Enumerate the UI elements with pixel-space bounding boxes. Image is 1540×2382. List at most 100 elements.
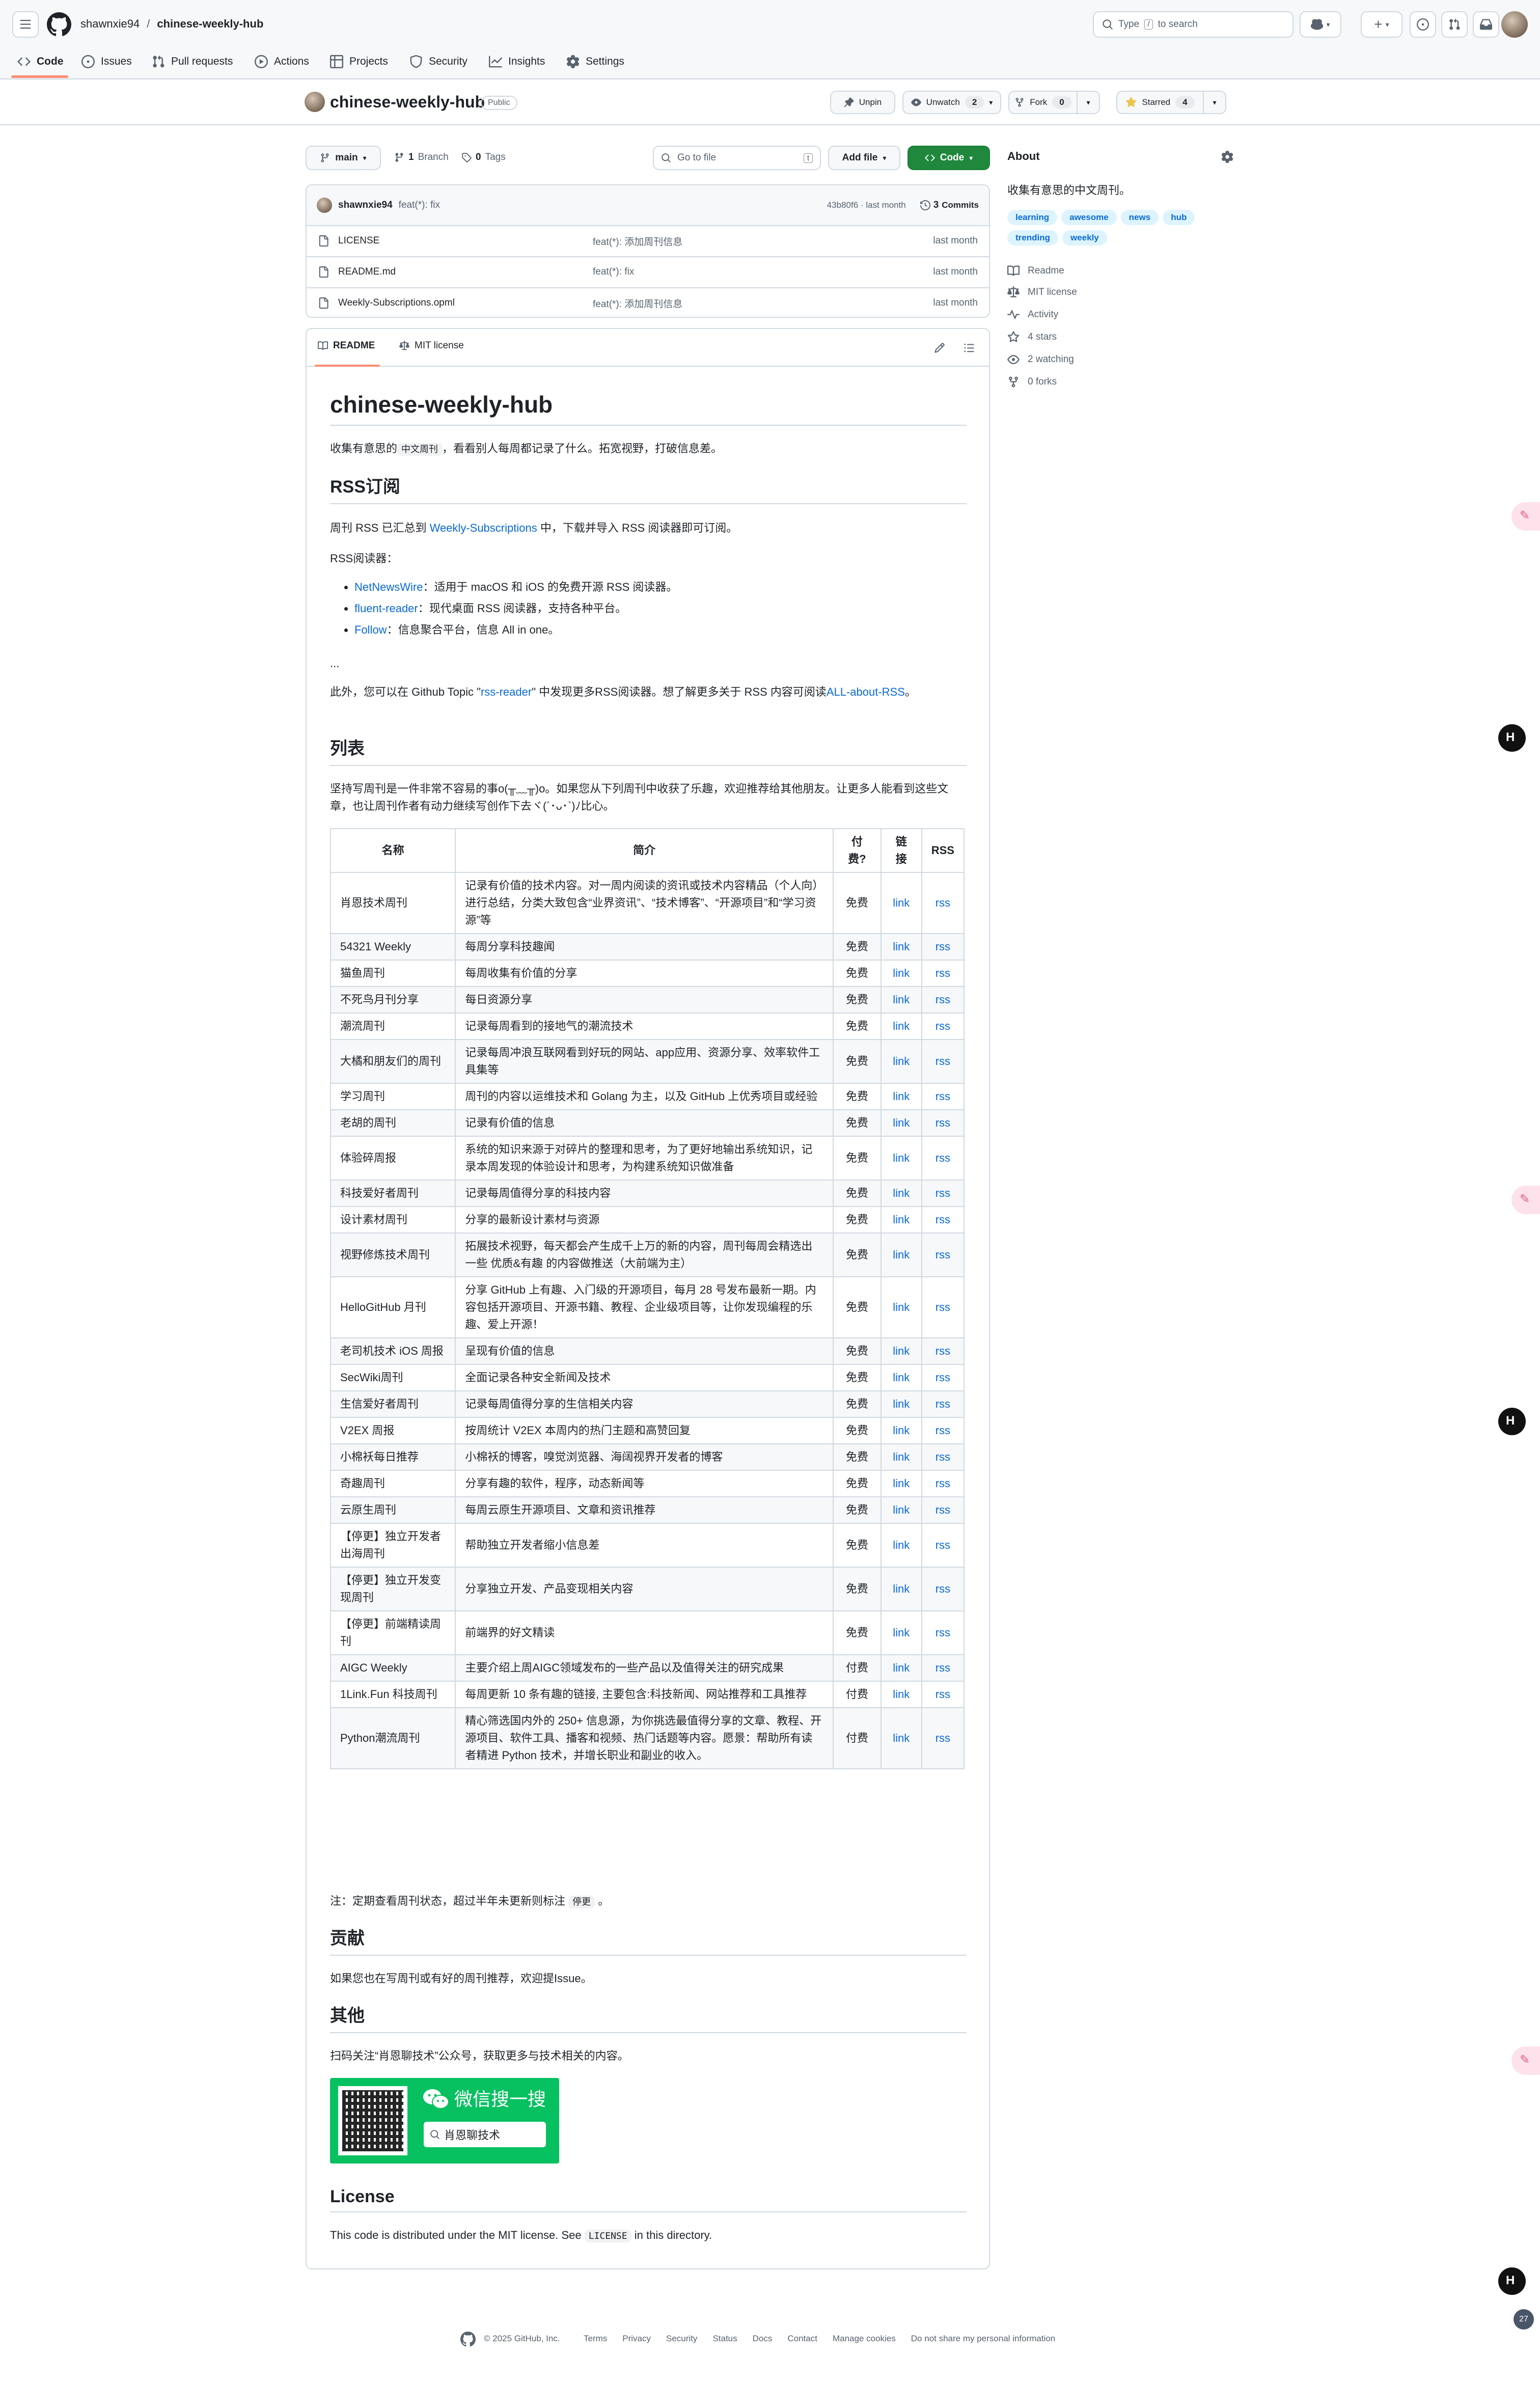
rss-link[interactable]: rss bbox=[936, 1582, 950, 1595]
commit-hash[interactable]: 43b80f6 · last month bbox=[827, 200, 906, 210]
readme-link[interactable]: Readme bbox=[1007, 265, 1064, 277]
rss-link[interactable]: rss bbox=[936, 1213, 950, 1226]
weekly-link[interactable]: link bbox=[893, 896, 910, 909]
tab-code[interactable]: Code bbox=[17, 52, 64, 71]
file-commit-message[interactable]: feat(*): 添加周刊信息 bbox=[593, 296, 682, 310]
commit-author[interactable]: shawnxie94 bbox=[338, 200, 393, 211]
weekly-link[interactable]: link bbox=[893, 1661, 910, 1674]
weekly-link[interactable]: link bbox=[893, 1582, 910, 1595]
add-file-button[interactable]: Add file ▾ bbox=[828, 146, 900, 170]
all-about-rss-link[interactable]: ALL-about-RSS bbox=[827, 686, 905, 698]
weekly-link[interactable]: link bbox=[893, 1371, 910, 1384]
footer-link[interactable]: Privacy bbox=[622, 2334, 651, 2344]
rss-link[interactable]: rss bbox=[936, 1371, 950, 1384]
file-row[interactable]: Weekly-Subscriptions.opml feat(*): 添加周刊信… bbox=[307, 287, 989, 317]
pull-requests-button[interactable] bbox=[1441, 11, 1468, 38]
file-name[interactable]: LICENSE bbox=[338, 235, 379, 247]
weekly-link[interactable]: link bbox=[893, 1477, 910, 1490]
translate-float-button[interactable]: ✎ bbox=[1511, 1186, 1540, 1214]
weekly-link[interactable]: link bbox=[893, 940, 910, 953]
fork-button[interactable]: Fork 0 bbox=[1008, 91, 1078, 114]
wechat-banner[interactable]: 微信搜一搜 肖恩聊技术 bbox=[330, 2078, 559, 2164]
topic-tag[interactable]: awesome bbox=[1061, 210, 1117, 225]
extension-float-button[interactable]: H bbox=[1498, 1408, 1526, 1435]
file-row[interactable]: README.md feat(*): fix last month bbox=[307, 256, 989, 287]
weekly-link[interactable]: link bbox=[893, 1450, 910, 1463]
file-row[interactable]: LICENSE feat(*): 添加周刊信息 last month bbox=[307, 225, 989, 256]
license-link[interactable]: MIT license bbox=[1007, 286, 1077, 298]
footer-link[interactable]: Contact bbox=[787, 2334, 817, 2344]
weekly-link[interactable]: link bbox=[893, 1055, 910, 1067]
tab-pull-requests[interactable]: Pull requests bbox=[152, 52, 233, 71]
weekly-subscriptions-link[interactable]: Weekly-Subscriptions bbox=[430, 522, 537, 534]
tab-readme[interactable]: README bbox=[318, 340, 375, 351]
footer-link[interactable]: Status bbox=[712, 2334, 737, 2344]
tags-link[interactable]: 0 Tags bbox=[461, 152, 506, 163]
translate-float-button[interactable]: ✎ bbox=[1511, 502, 1540, 531]
weekly-link[interactable]: link bbox=[893, 1503, 910, 1516]
rss-link[interactable]: rss bbox=[936, 1539, 950, 1551]
watchers-link[interactable]: 2 watching bbox=[1007, 353, 1074, 366]
weekly-link[interactable]: link bbox=[893, 1187, 910, 1199]
file-name[interactable]: Weekly-Subscriptions.opml bbox=[338, 297, 455, 309]
weekly-link[interactable]: link bbox=[893, 1398, 910, 1410]
weekly-link[interactable]: link bbox=[893, 1020, 910, 1032]
rss-link[interactable]: rss bbox=[936, 1055, 950, 1067]
rss-link[interactable]: rss bbox=[936, 967, 950, 979]
tab-actions[interactable]: Actions bbox=[255, 52, 309, 71]
topic-tag[interactable]: trending bbox=[1007, 230, 1058, 245]
weekly-link[interactable]: link bbox=[893, 1688, 910, 1701]
footer-link[interactable]: Manage cookies bbox=[833, 2334, 896, 2344]
commit-message[interactable]: feat(*): fix bbox=[399, 200, 821, 211]
file-commit-message[interactable]: feat(*): 添加周刊信息 bbox=[593, 234, 682, 248]
rss-link[interactable]: rss bbox=[936, 1152, 950, 1164]
unpin-button[interactable]: Unpin bbox=[830, 91, 895, 114]
star-lists-dropdown[interactable]: ▾ bbox=[1203, 91, 1226, 114]
topic-tag[interactable]: hub bbox=[1163, 210, 1195, 225]
pencil-icon[interactable] bbox=[934, 342, 945, 353]
rss-link[interactable]: rss bbox=[936, 1626, 950, 1639]
weekly-link[interactable]: link bbox=[893, 1732, 910, 1744]
footer-link[interactable]: Terms bbox=[584, 2334, 607, 2344]
rss-link[interactable]: rss bbox=[936, 993, 950, 1006]
rss-link[interactable]: rss bbox=[936, 1688, 950, 1701]
footer-link[interactable]: Docs bbox=[753, 2334, 773, 2344]
tab-settings[interactable]: Settings bbox=[566, 52, 624, 71]
weekly-link[interactable]: link bbox=[893, 1626, 910, 1639]
github-logo-icon[interactable] bbox=[460, 2332, 476, 2347]
rss-link[interactable]: rss bbox=[936, 1477, 950, 1490]
tab-security[interactable]: Security bbox=[409, 52, 468, 71]
code-button[interactable]: Code ▾ bbox=[908, 146, 990, 170]
weekly-link[interactable]: link bbox=[893, 1539, 910, 1551]
topic-tag[interactable]: weekly bbox=[1062, 230, 1107, 245]
inbox-button[interactable] bbox=[1473, 11, 1499, 38]
user-avatar[interactable] bbox=[1501, 11, 1528, 38]
topic-tag[interactable]: learning bbox=[1007, 210, 1058, 225]
list-unordered-icon[interactable] bbox=[964, 342, 975, 353]
commit-author-avatar[interactable] bbox=[317, 198, 332, 213]
notification-counter[interactable]: 27 bbox=[1514, 2309, 1534, 2330]
weekly-link[interactable]: link bbox=[893, 1424, 910, 1437]
repo-title[interactable]: chinese-weekly-hub bbox=[330, 92, 485, 112]
search-input[interactable]: Type / to search bbox=[1093, 11, 1294, 38]
create-new-button[interactable]: + ▾ bbox=[1361, 11, 1402, 38]
tab-issues[interactable]: Issues bbox=[81, 52, 132, 71]
footer-link[interactable]: Do not share my personal information bbox=[911, 2334, 1055, 2344]
file-commit-message[interactable]: feat(*): fix bbox=[593, 266, 634, 278]
weekly-link[interactable]: link bbox=[893, 1090, 910, 1103]
go-to-file-input[interactable]: Go to file t bbox=[653, 146, 821, 170]
fluent-reader-link[interactable]: fluent-reader bbox=[354, 602, 418, 615]
menu-button[interactable] bbox=[12, 11, 39, 38]
copilot-button[interactable]: ▾ bbox=[1300, 11, 1341, 38]
issues-button[interactable] bbox=[1410, 11, 1436, 38]
netnewswire-link[interactable]: NetNewsWire bbox=[354, 581, 423, 593]
rss-link[interactable]: rss bbox=[936, 1661, 950, 1674]
commits-link[interactable]: 3 Commits bbox=[920, 200, 979, 211]
weekly-link[interactable]: link bbox=[893, 1152, 910, 1164]
weekly-link[interactable]: link bbox=[893, 1213, 910, 1226]
rss-link[interactable]: rss bbox=[936, 1424, 950, 1437]
rss-link[interactable]: rss bbox=[936, 1398, 950, 1410]
topic-tag[interactable]: news bbox=[1120, 210, 1159, 225]
weekly-link[interactable]: link bbox=[893, 1116, 910, 1129]
rss-link[interactable]: rss bbox=[936, 1090, 950, 1103]
